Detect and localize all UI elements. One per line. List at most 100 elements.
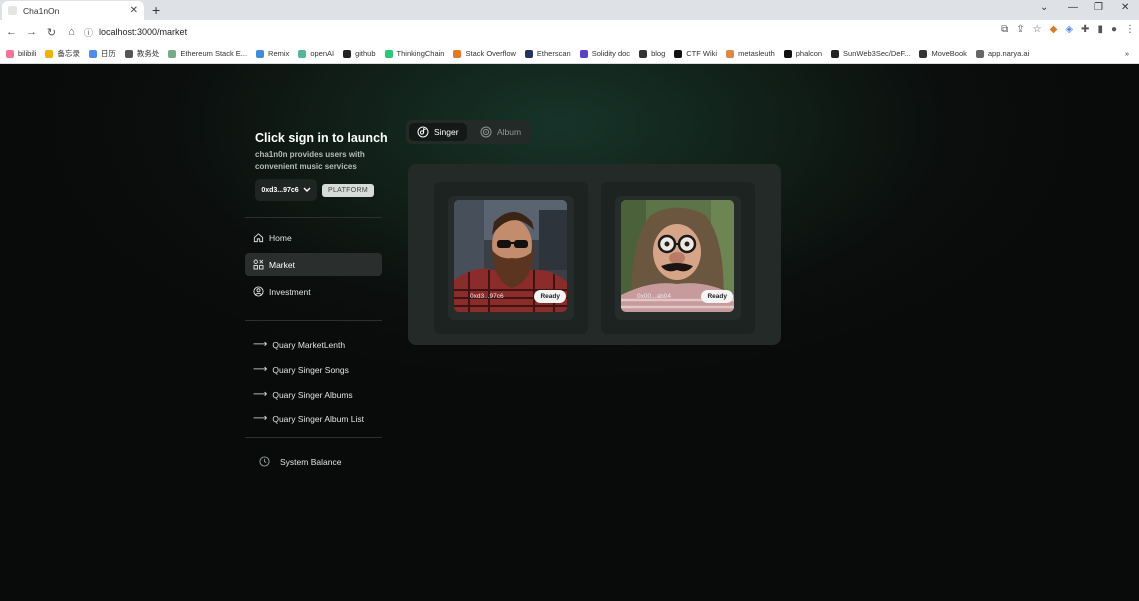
investment-icon — [253, 286, 264, 297]
share-icon[interactable]: ⇪ — [1016, 24, 1024, 35]
new-tab-icon[interactable]: + — [152, 2, 160, 18]
bookmark-item[interactable]: 备忘录 — [45, 48, 80, 59]
bookmarks-bar: bilibili 备忘录 日历 教务处 Ethereum Stack E... Remix… — [0, 44, 1139, 64]
metamask-icon[interactable]: ◆ — [1050, 24, 1058, 35]
platform-badge[interactable]: PLATFORM — [322, 184, 374, 197]
account-button[interactable]: 0xd3...97c6 — [255, 179, 317, 201]
query-label: Quary MarketLenth — [272, 339, 346, 350]
bookmark-item[interactable]: bilibili — [6, 49, 36, 58]
url-text: localhost:3000/market — [99, 27, 188, 37]
tab-search-icon[interactable]: ⌄ — [1040, 2, 1048, 13]
bookmark-label: MoveBook — [931, 49, 967, 58]
site-info-icon[interactable]: ⓘ — [84, 26, 93, 39]
singer-card[interactable]: 0x00...ab04 Ready — [601, 182, 755, 334]
singer-address: 0x00...ab04 — [637, 292, 671, 300]
profile-icon[interactable]: ● — [1111, 24, 1117, 35]
sidebar-item-investment[interactable]: Investment — [245, 280, 382, 303]
bookmarks-overflow-icon[interactable]: » — [1125, 49, 1129, 58]
bookmark-icon — [45, 49, 54, 58]
tab-album[interactable]: Album — [472, 123, 529, 141]
window-close-icon[interactable]: ✕ — [1121, 2, 1129, 13]
bookmark-label: Solidity doc — [591, 49, 631, 58]
query-singer-songs-link[interactable]: ⟶ Quary Singer Songs — [253, 364, 349, 375]
favicon-icon — [8, 6, 17, 15]
bookmark-item[interactable]: github — [343, 49, 376, 58]
bookmark-item[interactable]: phalcon — [783, 49, 823, 58]
translate-icon[interactable]: ⧉ — [1001, 24, 1008, 35]
bookmark-item[interactable]: 教务处 — [124, 48, 159, 59]
bookmark-item[interactable]: ThinkingChain — [384, 49, 445, 58]
menu-icon[interactable]: ⋮ — [1125, 24, 1135, 35]
minimize-icon[interactable]: — — [1068, 2, 1078, 13]
bookmark-item[interactable]: Solidity doc — [579, 49, 631, 58]
bookmark-icon — [343, 49, 352, 58]
bookmark-item[interactable]: CTF Wiki — [674, 49, 717, 58]
query-label: Quary Singer Album List — [272, 413, 364, 424]
sidebar-item-market[interactable]: Market — [245, 253, 382, 276]
star-icon[interactable]: ☆ — [1033, 24, 1042, 35]
home-browser-icon[interactable]: ⌂ — [62, 26, 81, 38]
app-root: Click sign in to launch cha1n0n provides… — [0, 64, 1139, 601]
query-singer-albums-link[interactable]: ⟶ Quary Singer Albums — [253, 389, 353, 400]
singer-card-inner: 0xd3...97c6 Ready — [448, 196, 574, 320]
bookmark-label: Etherscan — [536, 49, 571, 58]
bookmark-item[interactable]: openAI — [298, 49, 334, 58]
bookmark-item[interactable]: Etherscan — [524, 49, 571, 58]
bookmark-item[interactable]: app.narya.ai — [975, 49, 1029, 58]
bookmark-label: phalcon — [795, 49, 823, 58]
browser-tabstrip: Cha1nOn ✕ + ⌄ — ❐ ✕ — [0, 0, 1139, 20]
reload-icon[interactable]: ↻ — [42, 26, 61, 39]
restore-icon[interactable]: ❐ — [1094, 2, 1103, 13]
singer-card-inner: 0x00...ab04 Ready — [615, 196, 741, 320]
arrow-right-icon: ⟶ — [253, 339, 268, 350]
bookmark-icon — [384, 49, 393, 58]
status-badge: Ready — [701, 289, 733, 303]
sidepanel-icon[interactable]: ▮ — [1097, 24, 1103, 35]
sidebar-item-home[interactable]: Home — [245, 226, 382, 249]
bookmark-label: bilibili — [18, 49, 37, 58]
forward-icon[interactable]: → — [22, 26, 41, 38]
bookmark-item[interactable]: MoveBook — [919, 49, 967, 58]
bookmark-icon — [168, 49, 177, 58]
chevron-down-icon — [303, 187, 311, 192]
bookmark-icon — [975, 49, 984, 58]
bookmark-item[interactable]: Stack Overflow — [453, 49, 516, 58]
puzzle-icon[interactable]: ✚ — [1081, 24, 1089, 35]
singer-card[interactable]: 0xd3...97c6 Ready — [434, 182, 588, 334]
singer-icon — [417, 126, 429, 138]
address-bar[interactable]: ⓘ localhost:3000/market — [84, 23, 954, 41]
status-badge: Ready — [534, 289, 566, 303]
bookmark-icon — [524, 49, 533, 58]
singer-card-footer: 0x00...ab04 Ready — [623, 288, 735, 304]
system-balance-link[interactable]: System Balance — [259, 456, 341, 467]
bookmark-item[interactable]: Remix — [256, 49, 289, 58]
bookmark-label: ThinkingChain — [396, 49, 445, 58]
tab-singer[interactable]: Singer — [409, 123, 467, 141]
album-icon — [480, 126, 492, 138]
extension-icon[interactable]: ◈ — [1065, 24, 1073, 35]
bookmark-label: 备忘录 — [57, 49, 80, 58]
divider — [245, 217, 382, 218]
market-panel: 0xd3...97c6 Ready 0x00...ab04 Ready — [408, 164, 781, 345]
market-icon — [253, 259, 264, 270]
arrow-right-icon: ⟶ — [253, 389, 268, 400]
bookmark-item[interactable]: SunWeb3Sec/DeF... — [831, 49, 910, 58]
query-singer-album-list-link[interactable]: ⟶ Quary Singer Album List — [253, 413, 364, 424]
bookmark-item[interactable]: 日历 — [88, 48, 116, 59]
bookmark-item[interactable]: Ethereum Stack E... — [168, 49, 247, 58]
close-tab-icon[interactable]: ✕ — [130, 5, 138, 16]
query-market-length-link[interactable]: ⟶ Quary MarketLenth — [253, 339, 345, 350]
back-icon[interactable]: ← — [2, 26, 21, 38]
bookmark-item[interactable]: metasleuth — [726, 49, 775, 58]
bookmark-label: SunWeb3Sec/DeF... — [843, 49, 911, 58]
tab-title: Cha1nOn — [23, 5, 60, 16]
category-tabs: Singer Album — [406, 120, 531, 144]
bookmark-label: openAI — [310, 49, 335, 58]
bookmark-item[interactable]: blog — [639, 49, 665, 58]
bookmark-icon — [6, 49, 14, 58]
extensions-area: ⧉ ⇪ ☆ ◆ ◈ ✚ ▮ ● ⋮ — [1001, 24, 1135, 35]
bookmark-icon — [831, 49, 840, 58]
home-icon — [253, 233, 264, 243]
bookmark-label: CTF Wiki — [686, 49, 718, 58]
browser-tab[interactable]: Cha1nOn ✕ — [2, 1, 144, 20]
